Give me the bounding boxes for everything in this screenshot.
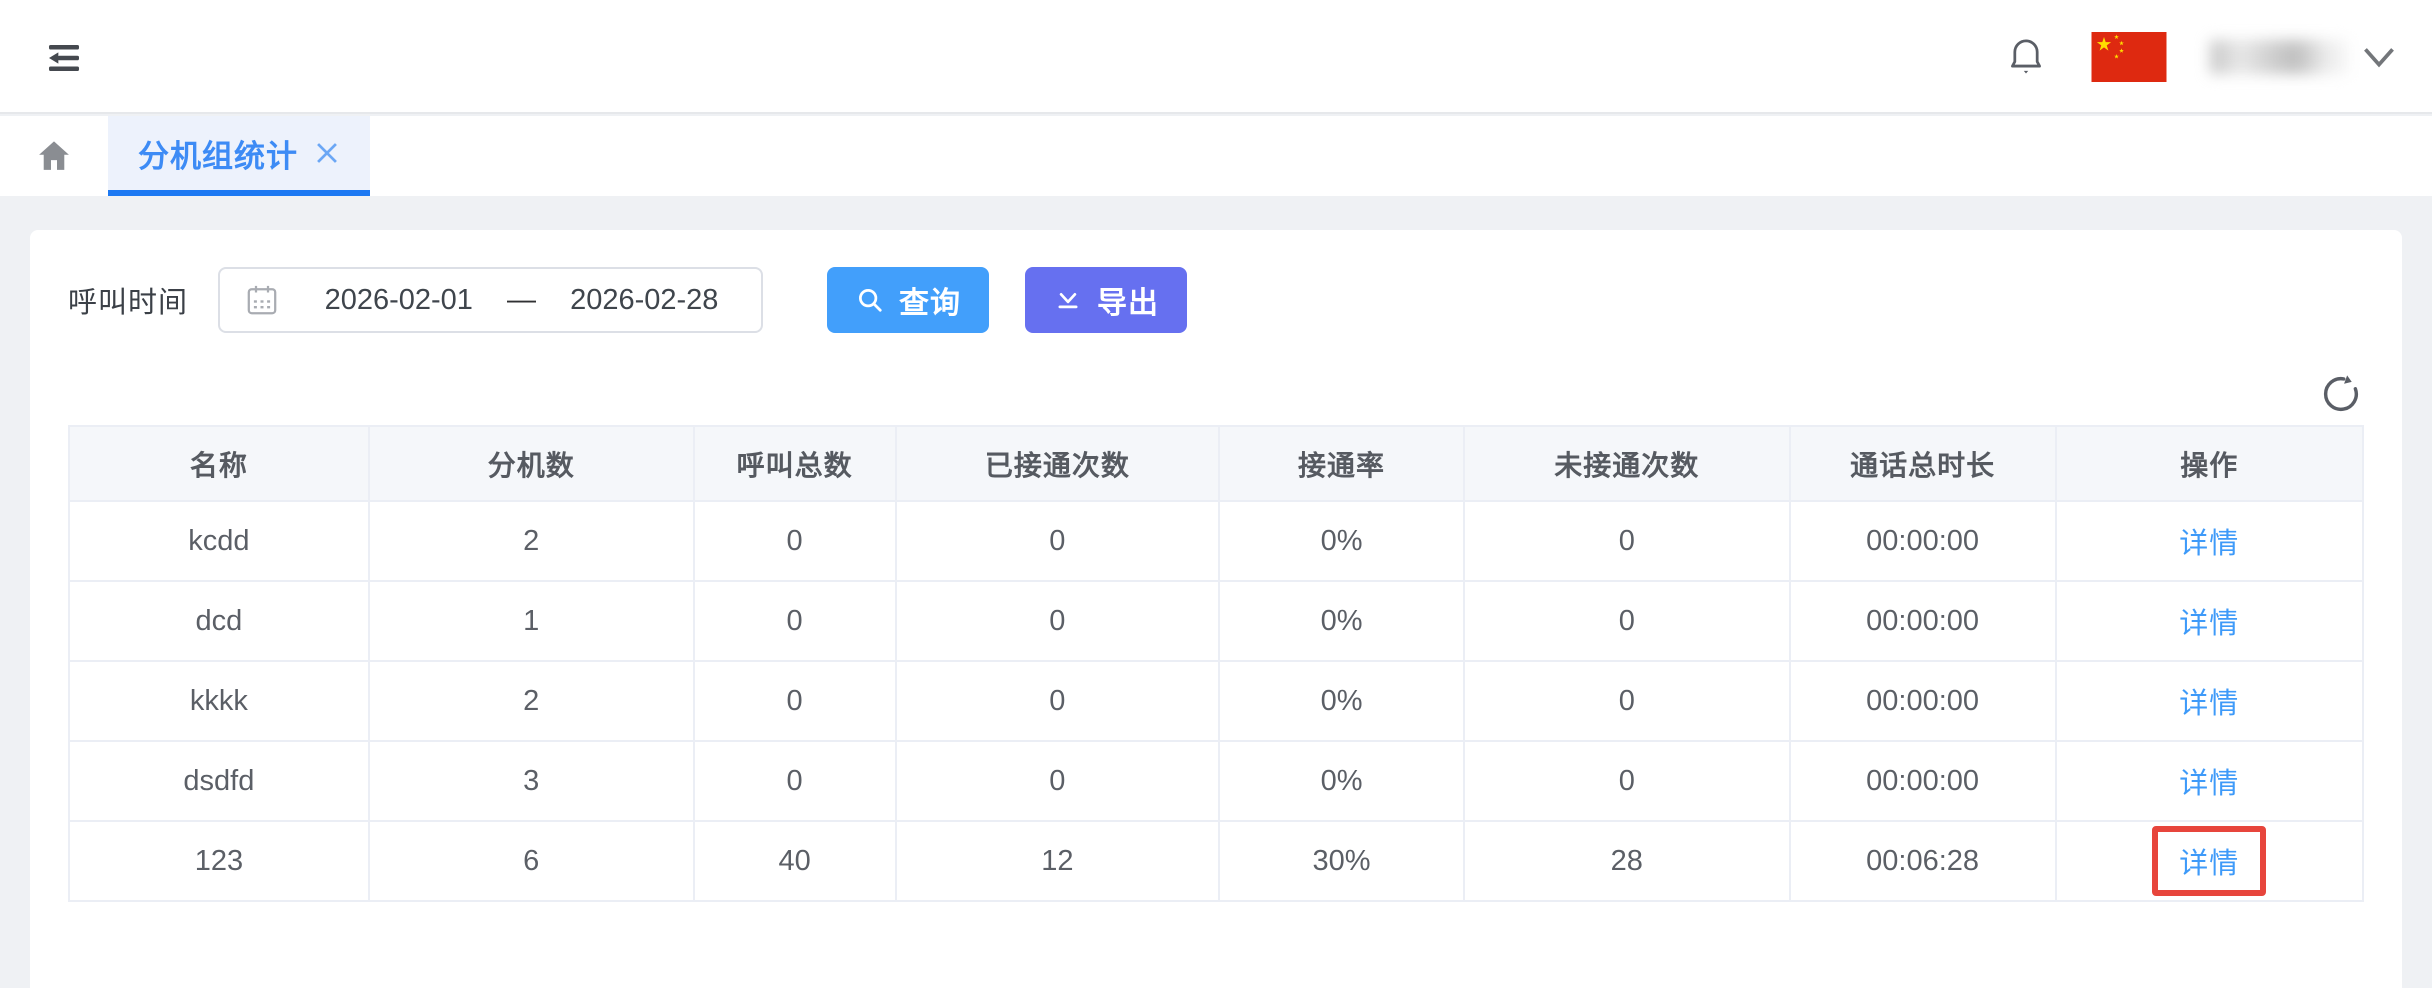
language-flag-china[interactable] bbox=[2090, 32, 2168, 82]
cell-extensions: 1 bbox=[369, 581, 694, 661]
export-button[interactable]: 导出 bbox=[1025, 267, 1187, 333]
cell-total-calls: 0 bbox=[694, 501, 896, 581]
cell-connect-rate: 0% bbox=[1219, 741, 1464, 821]
col-actions: 操作 bbox=[2056, 426, 2363, 501]
date-range-picker[interactable]: 2026-02-01 — 2026-02-28 bbox=[218, 267, 763, 333]
tab-home[interactable] bbox=[0, 116, 108, 196]
table-row: dcd 1 0 0 0% 0 00:00:00 详情 bbox=[69, 581, 2363, 661]
stats-card: 呼叫时间 2026-02-01 — 2026-02-28 bbox=[30, 230, 2402, 988]
search-button-label: 查询 bbox=[899, 278, 961, 322]
cell-connect-rate: 0% bbox=[1219, 581, 1464, 661]
date-end-value[interactable]: 2026-02-28 bbox=[552, 284, 738, 317]
cell-connected: 0 bbox=[896, 581, 1220, 661]
cell-connected: 0 bbox=[896, 741, 1220, 821]
cell-extensions: 6 bbox=[369, 821, 694, 901]
col-extensions: 分机数 bbox=[369, 426, 694, 501]
cell-total-duration: 00:00:00 bbox=[1790, 501, 2056, 581]
home-icon bbox=[34, 137, 74, 175]
col-connect-rate: 接通率 bbox=[1219, 426, 1464, 501]
cell-name: 123 bbox=[69, 821, 369, 901]
cell-unconnected: 28 bbox=[1464, 821, 1790, 901]
cell-total-calls: 0 bbox=[694, 581, 896, 661]
cell-unconnected: 0 bbox=[1464, 501, 1790, 581]
tab-close-icon[interactable] bbox=[314, 140, 340, 166]
col-connected: 已接通次数 bbox=[896, 426, 1220, 501]
table-row: kcdd 2 0 0 0% 0 00:00:00 详情 bbox=[69, 501, 2363, 581]
search-icon bbox=[855, 285, 885, 315]
date-start-value[interactable]: 2026-02-01 bbox=[306, 284, 492, 317]
table-header-row: 名称 分机数 呼叫总数 已接通次数 接通率 未接通次数 通话总时长 操作 bbox=[69, 426, 2363, 501]
header-right-group bbox=[2004, 0, 2396, 114]
cell-total-calls: 40 bbox=[694, 821, 896, 901]
user-name-blurred bbox=[2210, 40, 2348, 74]
date-range-separator: — bbox=[492, 284, 552, 317]
cell-total-calls: 0 bbox=[694, 661, 896, 741]
cell-connected: 0 bbox=[896, 501, 1220, 581]
detail-link[interactable]: 详情 bbox=[2179, 528, 2239, 560]
app-header bbox=[0, 0, 2432, 114]
cell-name: kkkk bbox=[69, 661, 369, 741]
export-button-label: 导出 bbox=[1097, 278, 1159, 322]
cell-extensions: 3 bbox=[369, 741, 694, 821]
cell-unconnected: 0 bbox=[1464, 581, 1790, 661]
chevron-down-icon bbox=[2362, 46, 2396, 68]
cell-extensions: 2 bbox=[369, 661, 694, 741]
cell-connected: 0 bbox=[896, 661, 1220, 741]
filter-row: 呼叫时间 2026-02-01 — 2026-02-28 bbox=[68, 267, 1187, 333]
col-unconnected: 未接通次数 bbox=[1464, 426, 1790, 501]
download-icon bbox=[1053, 285, 1083, 315]
sidebar-collapse-icon[interactable] bbox=[44, 38, 84, 78]
cell-total-duration: 00:00:00 bbox=[1790, 741, 2056, 821]
tab-bar: 分机组统计 bbox=[0, 116, 2432, 196]
cell-name: dcd bbox=[69, 581, 369, 661]
cell-connect-rate: 0% bbox=[1219, 501, 1464, 581]
page-content: 呼叫时间 2026-02-01 — 2026-02-28 bbox=[0, 196, 2432, 988]
detail-link[interactable]: 详情 bbox=[2179, 688, 2239, 720]
extension-group-stats-table: 名称 分机数 呼叫总数 已接通次数 接通率 未接通次数 通话总时长 操作 kcd… bbox=[68, 425, 2364, 902]
cell-name: dsdfd bbox=[69, 741, 369, 821]
col-total-duration: 通话总时长 bbox=[1790, 426, 2056, 501]
col-total-calls: 呼叫总数 bbox=[694, 426, 896, 501]
cell-name: kcdd bbox=[69, 501, 369, 581]
refresh-icon[interactable] bbox=[2318, 370, 2364, 416]
calendar-icon bbox=[244, 282, 280, 318]
search-button[interactable]: 查询 bbox=[827, 267, 989, 333]
col-name: 名称 bbox=[69, 426, 369, 501]
call-time-label: 呼叫时间 bbox=[68, 279, 188, 321]
table-row: 123 6 40 12 30% 28 00:06:28 详情 bbox=[69, 821, 2363, 901]
table-row: dsdfd 3 0 0 0% 0 00:00:00 详情 bbox=[69, 741, 2363, 821]
cell-connect-rate: 0% bbox=[1219, 661, 1464, 741]
user-menu[interactable] bbox=[2210, 40, 2396, 74]
cell-extensions: 2 bbox=[369, 501, 694, 581]
cell-unconnected: 0 bbox=[1464, 741, 1790, 821]
table-row: kkkk 2 0 0 0% 0 00:00:00 详情 bbox=[69, 661, 2363, 741]
notification-bell-icon[interactable] bbox=[2004, 34, 2048, 80]
cell-total-duration: 00:06:28 bbox=[1790, 821, 2056, 901]
cell-total-duration: 00:00:00 bbox=[1790, 581, 2056, 661]
tab-extension-group-stats[interactable]: 分机组统计 bbox=[108, 116, 370, 196]
tab-label: 分机组统计 bbox=[138, 131, 298, 176]
cell-unconnected: 0 bbox=[1464, 661, 1790, 741]
cell-total-duration: 00:00:00 bbox=[1790, 661, 2056, 741]
detail-link[interactable]: 详情 bbox=[2179, 608, 2239, 640]
detail-link[interactable]: 详情 bbox=[2179, 768, 2239, 800]
cell-total-calls: 0 bbox=[694, 741, 896, 821]
cell-connected: 12 bbox=[896, 821, 1220, 901]
detail-link-highlighted[interactable]: 详情 bbox=[2179, 848, 2239, 880]
cell-connect-rate: 30% bbox=[1219, 821, 1464, 901]
